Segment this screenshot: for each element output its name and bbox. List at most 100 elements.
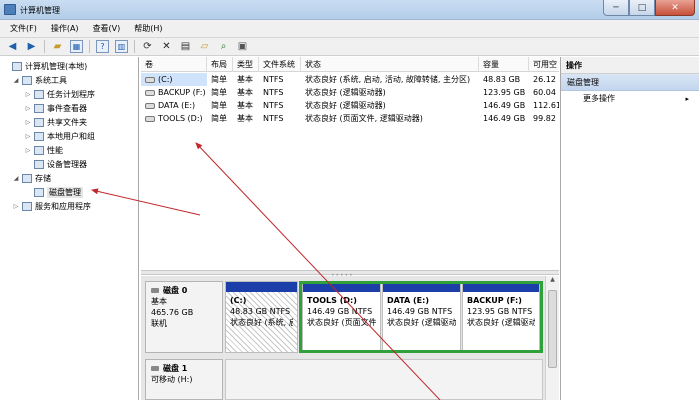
disk-icon bbox=[151, 366, 159, 371]
partition-cap bbox=[383, 282, 460, 292]
column-header-filesystem[interactable]: 文件系统 bbox=[259, 57, 301, 72]
table-row[interactable]: TOOLS (D:) 简单 基本 NTFS 状态良好 (页面文件, 逻辑驱动器)… bbox=[141, 112, 559, 125]
tree-item-local-users-groups[interactable]: ▷ 本地用户和组 bbox=[24, 130, 95, 143]
partition-cap bbox=[226, 282, 297, 292]
pane-splitter[interactable]: ••••• bbox=[141, 270, 559, 279]
tree-item-disk-management[interactable]: 磁盘管理 bbox=[24, 186, 83, 199]
navigation-tree: 计算机管理(本地) ◢ 系统工具 ▷ 任务计划程序 ▷ 事件查看器 ▷ 共享文件… bbox=[0, 57, 139, 400]
column-header-capacity[interactable]: 容量 bbox=[479, 57, 529, 72]
minimize-button[interactable]: ─ bbox=[603, 0, 629, 16]
disk-0-partitions: (C:) 48.83 GB NTFS 状态良好 (系统, 启动 TOOLS (D… bbox=[225, 281, 543, 353]
actions-section-disk-management[interactable]: 磁盘管理 bbox=[561, 74, 699, 91]
properties-icon[interactable]: ▤ bbox=[179, 40, 192, 53]
disk-0-size: 465.76 GB bbox=[151, 308, 194, 317]
panel-icon[interactable]: ▥ bbox=[115, 40, 128, 53]
collapse-arrow-icon[interactable]: ◢ bbox=[12, 77, 20, 84]
volume-filesystem: NTFS bbox=[263, 75, 284, 84]
panel-icon[interactable]: ▦ bbox=[70, 40, 83, 53]
expand-arrow-icon[interactable]: ▷ bbox=[24, 105, 32, 112]
column-header-layout[interactable]: 布局 bbox=[207, 57, 233, 72]
settings-icon[interactable]: ▣ bbox=[236, 40, 249, 53]
tree-item-event-viewer[interactable]: ▷ 事件查看器 bbox=[24, 102, 87, 115]
expand-arrow-icon[interactable]: ▷ bbox=[24, 119, 32, 126]
drive-icon bbox=[145, 89, 155, 96]
table-row[interactable]: (C:) 简单 基本 NTFS 状态良好 (系统, 启动, 活动, 故障转储, … bbox=[141, 73, 559, 86]
expand-arrow-icon[interactable]: ▷ bbox=[24, 91, 32, 98]
open-folder-icon[interactable]: ▱ bbox=[198, 40, 211, 53]
storage-icon bbox=[22, 174, 32, 183]
partition-cap bbox=[463, 282, 539, 292]
partition-size: 146.49 GB NTFS bbox=[387, 307, 453, 316]
disk-1-area[interactable] bbox=[225, 359, 543, 400]
tree-item-services-applications[interactable]: ▷ 服务和应用程序 bbox=[12, 200, 91, 213]
delete-icon[interactable]: ✕ bbox=[160, 40, 173, 53]
scroll-thumb[interactable] bbox=[548, 290, 557, 368]
computer-icon bbox=[12, 62, 22, 71]
disk-0-label[interactable]: 磁盘 0 基本 465.76 GB 联机 bbox=[145, 281, 223, 353]
menu-action[interactable]: 操作(A) bbox=[51, 23, 79, 34]
tree-item-label: 共享文件夹 bbox=[47, 118, 87, 127]
maximize-button[interactable]: □ bbox=[629, 0, 655, 16]
tree-item-task-scheduler[interactable]: ▷ 任务计划程序 bbox=[24, 88, 95, 101]
partition-c[interactable]: (C:) 48.83 GB NTFS 状态良好 (系统, 启动 bbox=[225, 281, 298, 353]
help-icon[interactable]: ? bbox=[96, 40, 109, 53]
tree-item-computer-management[interactable]: 计算机管理(本地) bbox=[2, 60, 87, 73]
volume-list: 卷 布局 类型 文件系统 状态 容量 可用空 (C:) 简单 基本 NTFS 状… bbox=[141, 57, 559, 270]
refresh-icon[interactable]: ⟳ bbox=[141, 40, 154, 53]
partition-status: 状态良好 (系统, 启动 bbox=[230, 318, 293, 327]
tree-item-label: 计算机管理(本地) bbox=[25, 62, 88, 71]
volume-capacity: 123.95 GB bbox=[483, 88, 526, 97]
volume-free-space: 99.82 bbox=[533, 114, 556, 123]
column-header-type[interactable]: 类型 bbox=[233, 57, 259, 72]
volume-layout: 简单 bbox=[211, 88, 227, 97]
graph-scrollbar[interactable]: ▲ bbox=[545, 276, 559, 400]
column-header-status[interactable]: 状态 bbox=[301, 57, 479, 72]
close-button[interactable]: ✕ bbox=[655, 0, 695, 16]
search-icon[interactable]: ⌕ bbox=[217, 40, 230, 53]
services-icon bbox=[22, 202, 32, 211]
partition-size: 146.49 GB NTFS bbox=[307, 307, 373, 316]
tree-item-storage[interactable]: ◢ 存储 bbox=[12, 172, 51, 185]
menu-file[interactable]: 文件(F) bbox=[10, 23, 37, 34]
expand-arrow-icon[interactable]: ▷ bbox=[24, 147, 32, 154]
volume-capacity: 48.83 GB bbox=[483, 75, 521, 84]
disk-1-label[interactable]: 磁盘 1 可移动 (H:) bbox=[145, 359, 223, 400]
partition-size: 48.83 GB NTFS bbox=[230, 307, 291, 316]
expand-arrow-icon[interactable]: ▷ bbox=[12, 203, 20, 210]
disk-0-state: 联机 bbox=[151, 319, 167, 328]
menu-help[interactable]: 帮助(H) bbox=[134, 23, 162, 34]
tree-item-device-manager[interactable]: 设备管理器 bbox=[24, 158, 87, 171]
partition-d[interactable]: TOOLS (D:) 146.49 GB NTFS 状态良好 (页面文件 bbox=[302, 281, 381, 353]
volume-filesystem: NTFS bbox=[263, 101, 284, 110]
tree-item-system-tools[interactable]: ◢ 系统工具 bbox=[12, 74, 67, 87]
volume-status: 状态良好 (逻辑驱动器) bbox=[305, 88, 386, 97]
collapse-arrow-icon[interactable]: ◢ bbox=[12, 175, 20, 182]
folder-up-icon[interactable]: ▰ bbox=[51, 40, 64, 53]
volume-free-space: 60.04 bbox=[533, 88, 556, 97]
drive-icon bbox=[145, 102, 155, 109]
menu-view[interactable]: 查看(V) bbox=[93, 23, 121, 34]
volume-filesystem: NTFS bbox=[263, 88, 284, 97]
partition-body: BACKUP (F:) 123.95 GB NTFS 状态良好 (逻辑驱动器 bbox=[463, 292, 539, 331]
partition-body: (C:) 48.83 GB NTFS 状态良好 (系统, 启动 bbox=[226, 292, 297, 331]
menu-bar: 文件(F) 操作(A) 查看(V) 帮助(H) bbox=[0, 20, 699, 38]
toolbar-separator bbox=[134, 40, 135, 53]
scroll-up-arrow-icon[interactable]: ▲ bbox=[546, 276, 559, 288]
volume-layout: 简单 bbox=[211, 114, 227, 123]
tree-item-shared-folders[interactable]: ▷ 共享文件夹 bbox=[24, 116, 87, 129]
forward-arrow-icon[interactable]: ▶ bbox=[25, 40, 38, 53]
column-header-free-space[interactable]: 可用空 bbox=[529, 57, 559, 72]
back-arrow-icon[interactable]: ◀ bbox=[6, 40, 19, 53]
column-header-volume[interactable]: 卷 bbox=[141, 57, 207, 72]
tree-item-label: 服务和应用程序 bbox=[35, 202, 91, 211]
more-actions-item[interactable]: 更多操作 ▸ bbox=[561, 91, 699, 106]
tree-item-performance[interactable]: ▷ 性能 bbox=[24, 144, 63, 157]
volume-filesystem: NTFS bbox=[263, 114, 284, 123]
table-row[interactable]: BACKUP (F:) 简单 基本 NTFS 状态良好 (逻辑驱动器) 123.… bbox=[141, 86, 559, 99]
table-row[interactable]: DATA (E:) 简单 基本 NTFS 状态良好 (逻辑驱动器) 146.49… bbox=[141, 99, 559, 112]
expand-arrow-icon[interactable]: ▷ bbox=[24, 133, 32, 140]
volume-layout: 简单 bbox=[211, 101, 227, 110]
drive-icon bbox=[145, 115, 155, 122]
partition-f[interactable]: BACKUP (F:) 123.95 GB NTFS 状态良好 (逻辑驱动器 bbox=[462, 281, 540, 353]
partition-e[interactable]: DATA (E:) 146.49 GB NTFS 状态良好 (逻辑驱动器 bbox=[382, 281, 461, 353]
